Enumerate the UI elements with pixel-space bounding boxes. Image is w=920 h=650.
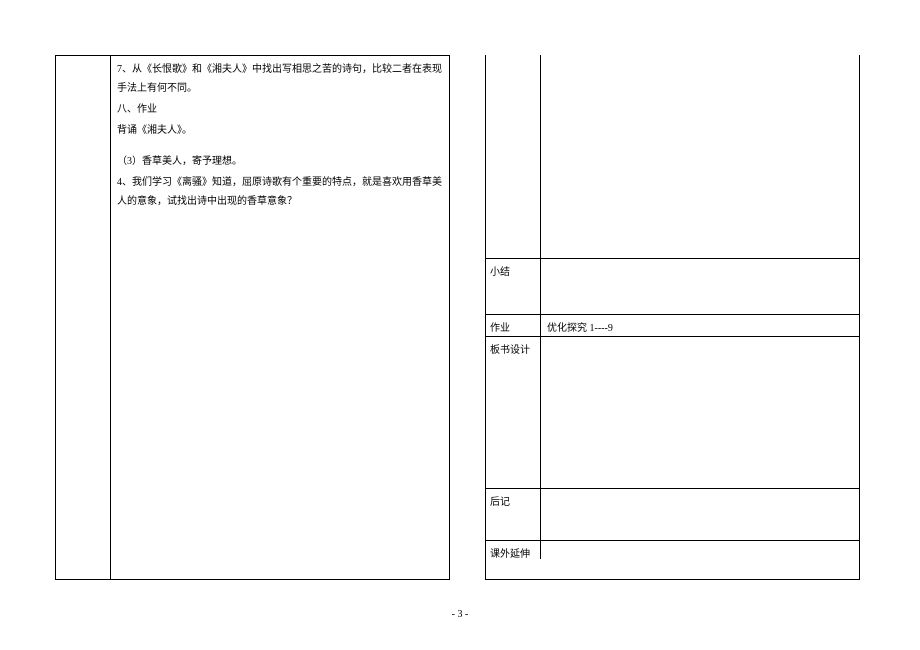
content-postscript xyxy=(541,489,859,540)
label-board-design: 板书设计 xyxy=(486,337,541,488)
left-content-column: 7、从《长恨歌》和《湘夫人》中找出写相思之苦的诗句，比较二者在表现手法上有何不同… xyxy=(111,56,449,579)
page-number: - 3 - xyxy=(0,609,920,620)
paragraph-2: 八、作业 xyxy=(117,100,443,119)
label-postscript: 后记 xyxy=(486,489,541,540)
label-blank xyxy=(486,55,541,258)
right-table: 小结 作业 优化探究 1----9 板书设计 后记 课外延伸 xyxy=(485,55,860,580)
paragraph-5: 4、我们学习《离骚》知道，屈原诗歌有个重要的特点，就是喜欢用香草美人的意象，试找… xyxy=(117,173,443,211)
label-extension: 课外延伸 xyxy=(486,541,541,559)
content-blank xyxy=(541,55,859,258)
right-row-board-design: 板书设计 xyxy=(486,336,859,488)
label-summary: 小结 xyxy=(486,259,541,314)
right-row-extension: 课外延伸 xyxy=(486,540,859,559)
paragraph-4: （3）香草美人，寄予理想。 xyxy=(117,152,443,171)
content-homework: 优化探究 1----9 xyxy=(541,315,859,336)
left-column-empty xyxy=(56,56,111,579)
paragraph-1: 7、从《长恨歌》和《湘夫人》中找出写相思之苦的诗句，比较二者在表现手法上有何不同… xyxy=(117,60,443,98)
content-board-design xyxy=(541,337,859,488)
right-row-postscript: 后记 xyxy=(486,488,859,540)
right-row-homework: 作业 优化探究 1----9 xyxy=(486,314,859,336)
label-homework: 作业 xyxy=(486,315,541,336)
paragraph-3: 背诵《湘夫人》。 xyxy=(117,121,443,140)
left-table: 7、从《长恨歌》和《湘夫人》中找出写相思之苦的诗句，比较二者在表现手法上有何不同… xyxy=(55,55,450,580)
content-extension xyxy=(541,541,859,559)
content-summary xyxy=(541,259,859,314)
right-row-summary: 小结 xyxy=(486,258,859,314)
right-row-blank xyxy=(486,55,859,258)
